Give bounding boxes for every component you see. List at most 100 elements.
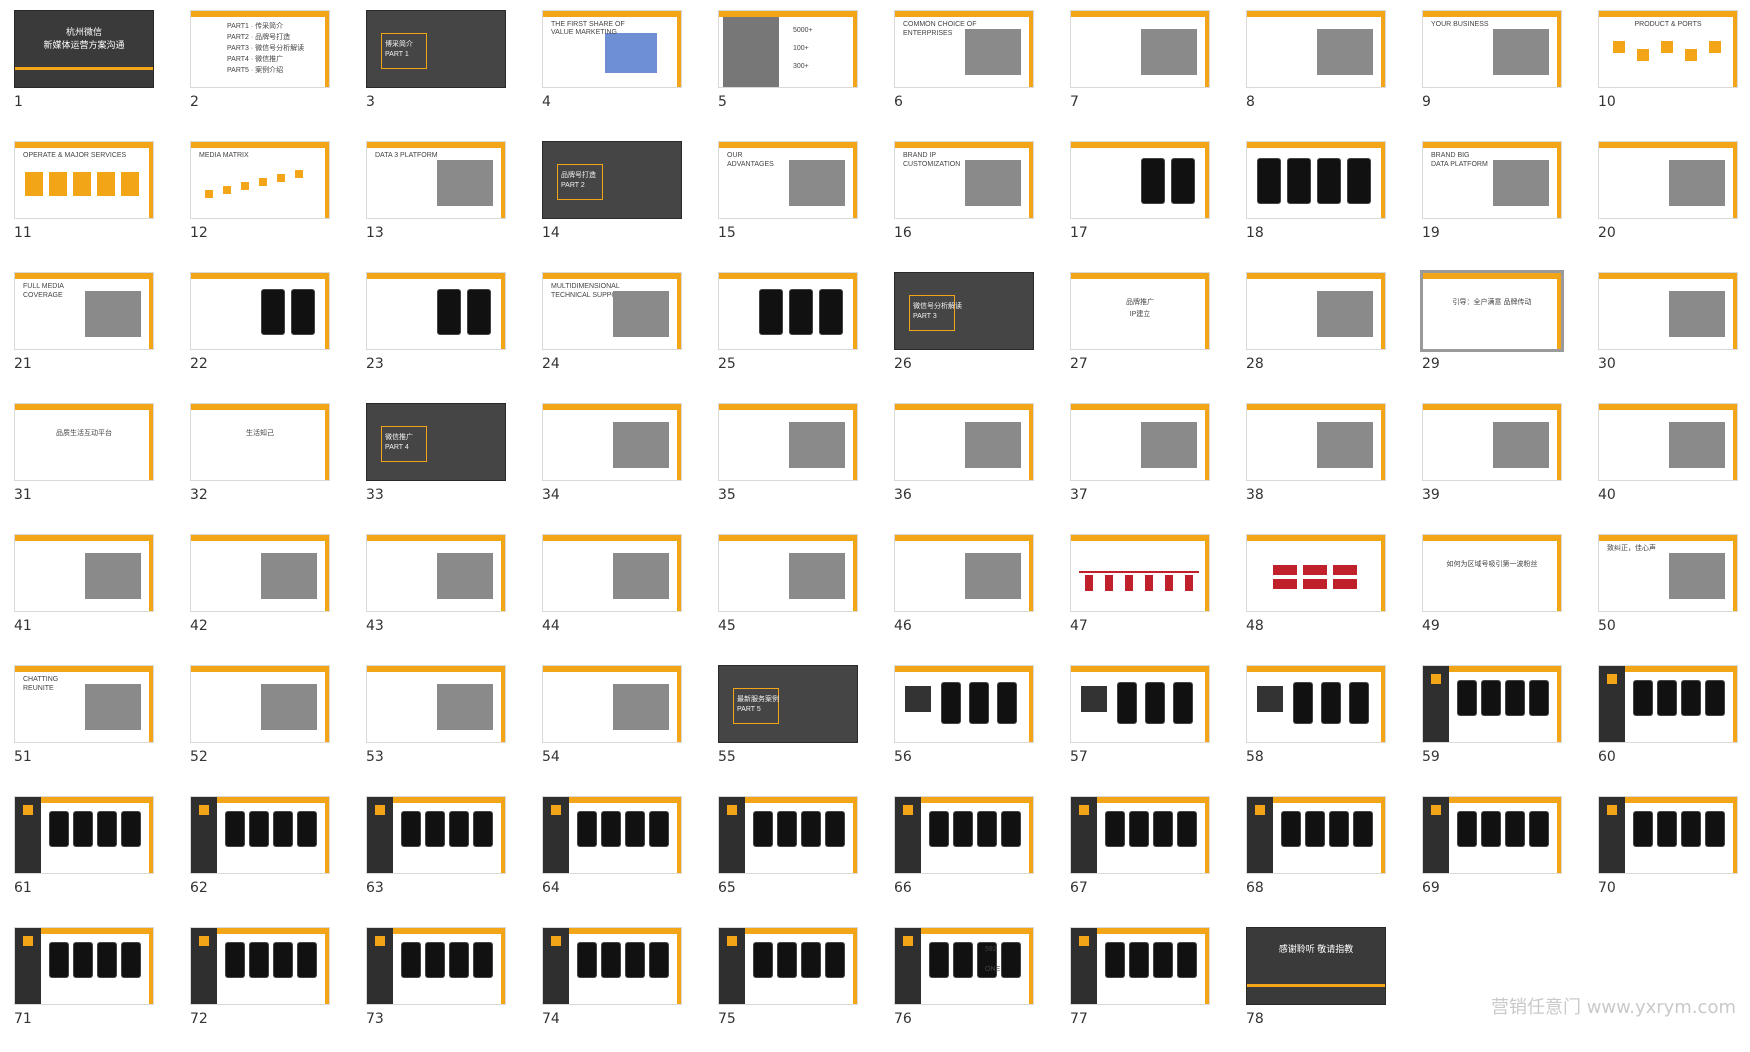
slide-number: 60 bbox=[1598, 749, 1616, 765]
slide-cell: 41 bbox=[14, 534, 154, 659]
slide-thumbnail[interactable] bbox=[894, 665, 1034, 743]
slide-thumbnail[interactable] bbox=[1070, 796, 1210, 874]
slide-thumbnail[interactable] bbox=[1246, 796, 1386, 874]
accent-bar-top bbox=[1247, 535, 1385, 541]
slide-heading: BRAND IP bbox=[903, 152, 937, 159]
slide-thumbnail[interactable] bbox=[718, 927, 858, 1005]
slide-thumbnail[interactable]: 致纠正，佳心声 bbox=[1598, 534, 1738, 612]
slide-thumbnail[interactable]: BRAND IP CUSTOMIZATION bbox=[894, 141, 1034, 219]
slide-thumbnail[interactable]: BRAND BIG DATA PLATFORM bbox=[1422, 141, 1562, 219]
slide-thumbnail[interactable] bbox=[366, 665, 506, 743]
slide-thumbnail[interactable] bbox=[14, 796, 154, 874]
slide-thumbnail[interactable] bbox=[894, 796, 1034, 874]
slide-thumbnail[interactable]: 品牌推广 IP建立 bbox=[1070, 272, 1210, 350]
slide-thumbnail[interactable] bbox=[1070, 141, 1210, 219]
slide-thumbnail[interactable] bbox=[1246, 534, 1386, 612]
slide-thumbnail[interactable] bbox=[190, 272, 330, 350]
slide-thumbnail[interactable] bbox=[1070, 534, 1210, 612]
slide-thumbnail[interactable] bbox=[542, 665, 682, 743]
slide-thumbnail[interactable] bbox=[718, 796, 858, 874]
slide-thumbnail[interactable] bbox=[1246, 403, 1386, 481]
slide-thumbnail[interactable] bbox=[366, 796, 506, 874]
slide-thumbnail[interactable] bbox=[542, 796, 682, 874]
slide-thumbnail[interactable]: 品牌号打造 PART 2 bbox=[542, 141, 682, 219]
slide-thumbnail[interactable] bbox=[190, 796, 330, 874]
slide-thumbnail[interactable]: DATA 3 PLATFORM bbox=[366, 141, 506, 219]
slide-thumbnail[interactable] bbox=[366, 272, 506, 350]
slide-thumbnail[interactable] bbox=[14, 534, 154, 612]
slide-thumbnail[interactable]: 品质生活互动平台 bbox=[14, 403, 154, 481]
slide-thumbnail[interactable] bbox=[1246, 141, 1386, 219]
slide-thumbnail[interactable] bbox=[1070, 665, 1210, 743]
slide-thumbnail[interactable] bbox=[894, 403, 1034, 481]
section-title: PART 4 bbox=[385, 444, 409, 451]
slide-thumbnail[interactable] bbox=[1070, 403, 1210, 481]
phone-mockup bbox=[1141, 158, 1165, 204]
slide-thumbnail[interactable] bbox=[542, 403, 682, 481]
slide-thumbnail[interactable]: MEDIA MATRIX bbox=[190, 141, 330, 219]
slide-thumbnail[interactable] bbox=[1246, 272, 1386, 350]
slide-thumbnail[interactable]: 5000+ 100+ 300+ bbox=[718, 10, 858, 88]
slide-thumbnail[interactable] bbox=[894, 534, 1034, 612]
accent-bar-right bbox=[1205, 11, 1209, 87]
slide-thumbnail[interactable]: THE FIRST SHARE OF VALUE MARKETING bbox=[542, 10, 682, 88]
slide-thumbnail[interactable] bbox=[190, 665, 330, 743]
slide-thumbnail[interactable]: PRODUCT & PORTS bbox=[1598, 10, 1738, 88]
slide-cell: BRAND BIG DATA PLATFORM 19 bbox=[1422, 141, 1562, 266]
slide-thumbnail[interactable]: MULTIDIMENSIONAL TECHNICAL SUPPORT bbox=[542, 272, 682, 350]
case-phone bbox=[649, 811, 669, 847]
slide-thumbnail[interactable]: 592 ONE bbox=[894, 927, 1034, 1005]
slide-thumbnail[interactable] bbox=[718, 534, 858, 612]
slide-thumbnail[interactable]: 微信号分析解读 PART 3 bbox=[894, 272, 1034, 350]
slide-thumbnail[interactable]: 最新服务案例 PART 5 bbox=[718, 665, 858, 743]
case-phone bbox=[1329, 811, 1349, 847]
accent-bar-right bbox=[1205, 666, 1209, 742]
slide-thumbnail[interactable] bbox=[1070, 10, 1210, 88]
slide-thumbnail[interactable] bbox=[190, 927, 330, 1005]
slide-thumbnail[interactable] bbox=[1422, 665, 1562, 743]
slide-thumbnail[interactable] bbox=[1070, 927, 1210, 1005]
slide-thumbnail[interactable]: OUR ADVANTAGES bbox=[718, 141, 858, 219]
slide-thumbnail[interactable]: 引导：全户满意 品牌传动 bbox=[1420, 270, 1564, 352]
slide-thumbnail[interactable] bbox=[366, 927, 506, 1005]
slide-thumbnail[interactable] bbox=[1598, 272, 1738, 350]
slide-thumbnail[interactable] bbox=[542, 534, 682, 612]
case-phone bbox=[401, 811, 421, 847]
slide-thumbnail[interactable]: 微信推广 PART 4 bbox=[366, 403, 506, 481]
slide-thumbnail[interactable]: 博采简介 PART 1 bbox=[366, 10, 506, 88]
slide-thumbnail[interactable] bbox=[190, 534, 330, 612]
slide-thumbnail[interactable] bbox=[1246, 10, 1386, 88]
accent-bar-right bbox=[1205, 535, 1209, 611]
slide-thumbnail[interactable]: COMMON CHOICE OF ENTERPRISES bbox=[894, 10, 1034, 88]
slide-thumbnail[interactable]: 如何为区域号吸引第一波粉丝 bbox=[1422, 534, 1562, 612]
slide-thumbnail[interactable]: CHATTING REUNITE bbox=[14, 665, 154, 743]
slide-thumbnail[interactable] bbox=[14, 927, 154, 1005]
slide-thumbnail[interactable] bbox=[1422, 796, 1562, 874]
slide-thumbnail[interactable] bbox=[542, 927, 682, 1005]
slide-thumbnail[interactable] bbox=[1598, 796, 1738, 874]
slide-thumbnail[interactable]: 感谢聆听 敬请指教 bbox=[1246, 927, 1386, 1005]
case-phone bbox=[273, 942, 293, 978]
slide-thumbnail[interactable] bbox=[366, 534, 506, 612]
slide-thumbnail[interactable] bbox=[718, 403, 858, 481]
accent-bar-right bbox=[1381, 404, 1385, 480]
slide-cell: 5000+ 100+ 300+ 5 bbox=[718, 10, 858, 135]
slide-thumbnail[interactable] bbox=[1598, 665, 1738, 743]
slide-thumbnail[interactable] bbox=[1598, 141, 1738, 219]
accent-bar-right bbox=[501, 928, 505, 1004]
slide-thumbnail[interactable]: 生活知己 bbox=[190, 403, 330, 481]
slide-cell: 71 bbox=[14, 927, 154, 1052]
accent-bar-top bbox=[1071, 11, 1209, 17]
case-phone bbox=[601, 811, 621, 847]
slide-thumbnail[interactable] bbox=[1246, 665, 1386, 743]
slide-thumbnail[interactable]: OPERATE & MAJOR SERVICES bbox=[14, 141, 154, 219]
slide-thumbnail[interactable] bbox=[1598, 403, 1738, 481]
case-phone bbox=[1349, 682, 1369, 724]
timeline-dot bbox=[277, 174, 285, 182]
slide-thumbnail[interactable] bbox=[718, 272, 858, 350]
slide-thumbnail[interactable]: PART1 · 传采简介 PART2 · 品牌号打造 PART3 · 微信号分析解读… bbox=[190, 10, 330, 88]
slide-thumbnail[interactable]: FULL MEDIA COVERAGE bbox=[14, 272, 154, 350]
slide-thumbnail[interactable] bbox=[1422, 403, 1562, 481]
slide-thumbnail[interactable]: YOUR BUSINESS bbox=[1422, 10, 1562, 88]
slide-thumbnail[interactable]: 杭州微信 新媒体运营方案沟通 bbox=[14, 10, 154, 88]
